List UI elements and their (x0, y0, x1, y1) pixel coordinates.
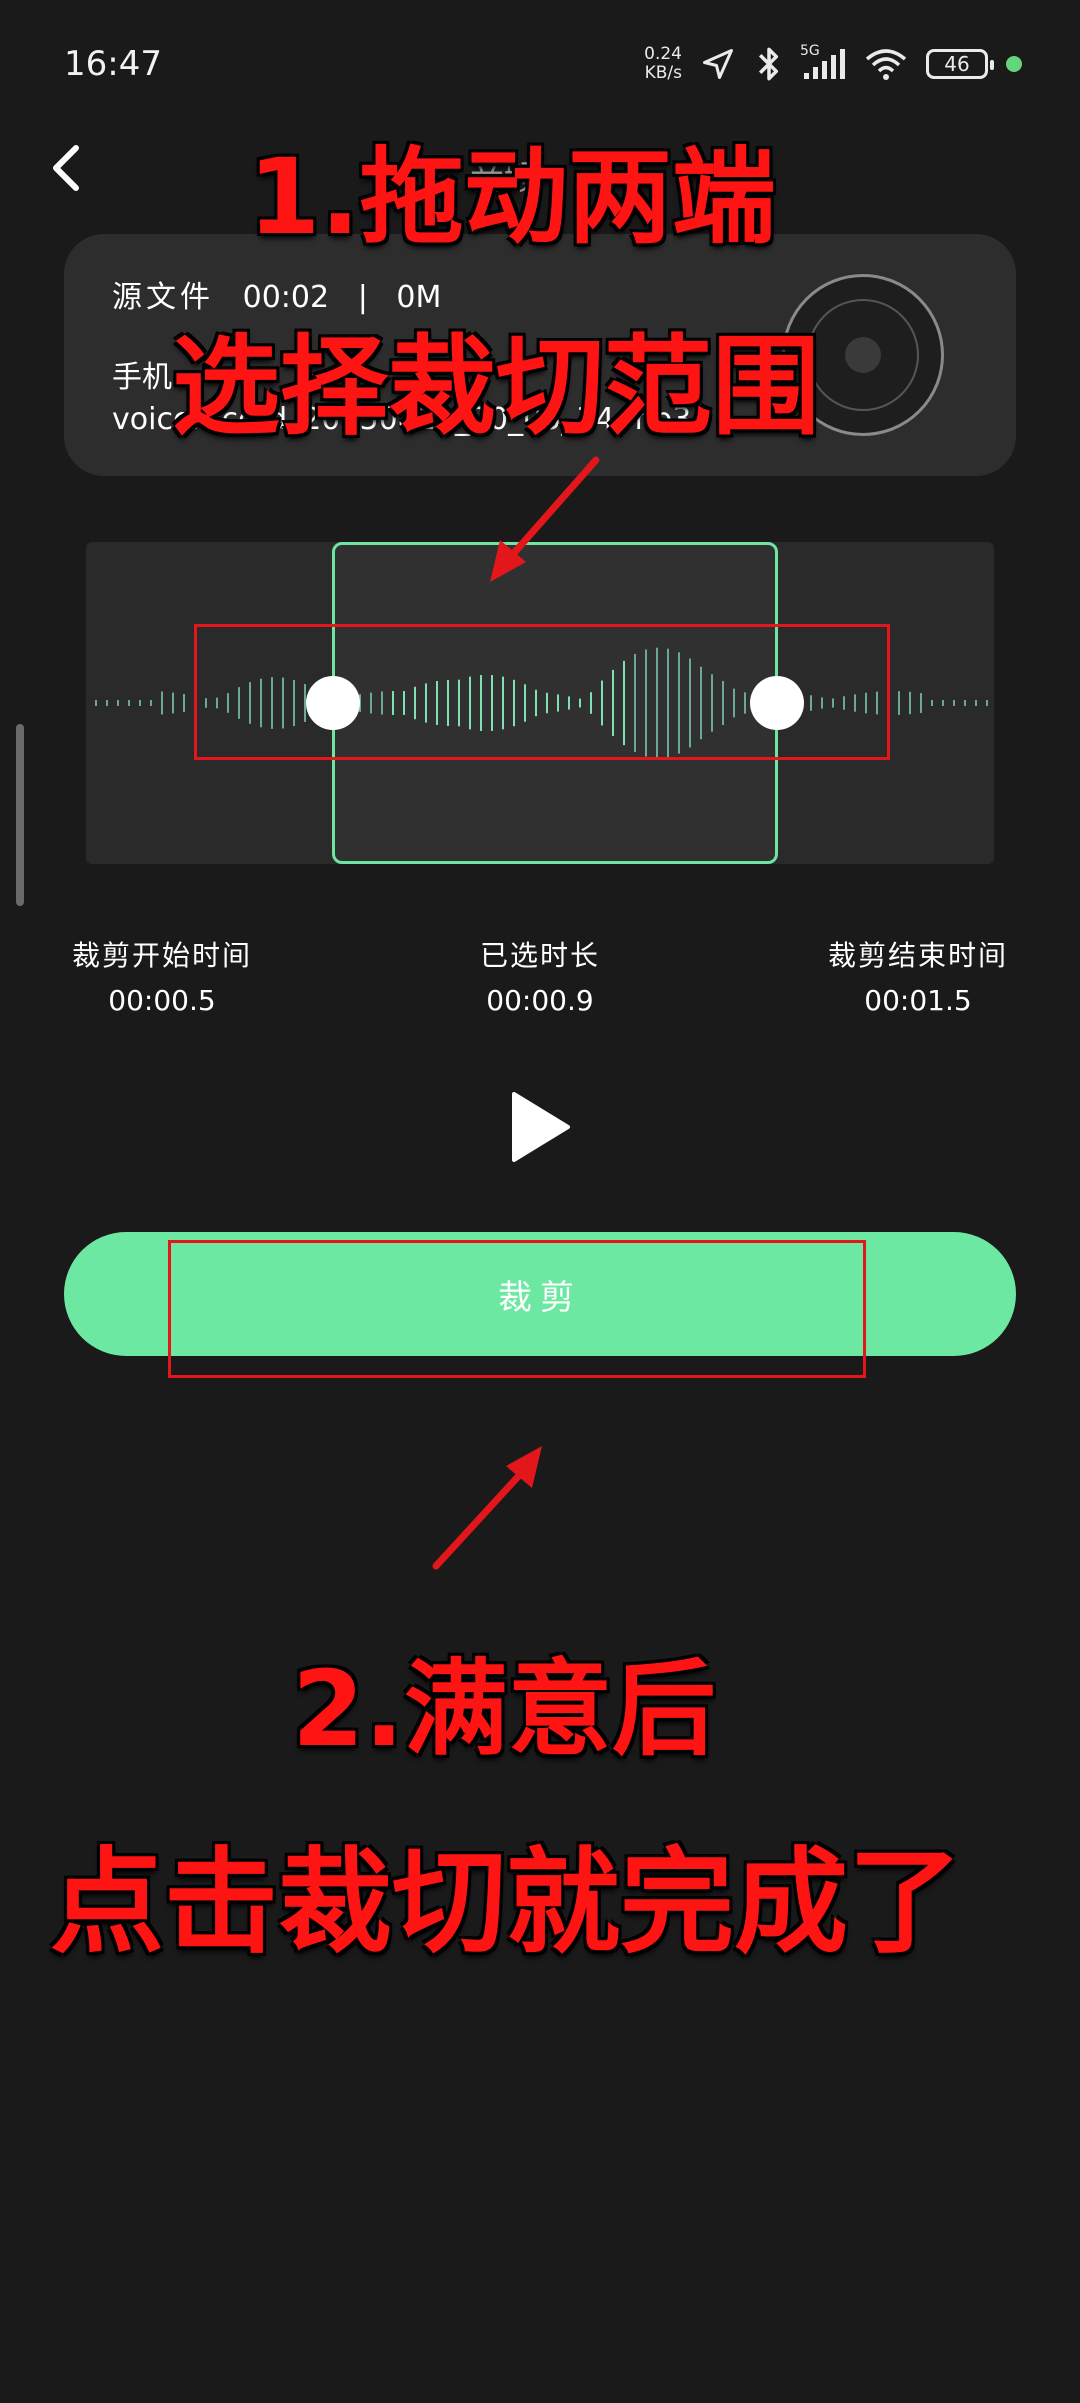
wifi-icon (864, 47, 908, 81)
end-time-label: 裁剪结束时间 (827, 939, 1008, 972)
annotation-button-box (168, 1240, 866, 1378)
annotation-waveform-box (194, 624, 890, 760)
network-type: 5G (800, 43, 820, 59)
location-arrow-icon (700, 46, 736, 82)
annotation-step2-line1: 2.满意后 (292, 1648, 716, 1770)
back-button[interactable] (42, 136, 90, 200)
scrollbar[interactable] (16, 724, 24, 906)
bluetooth-icon (754, 45, 784, 83)
chevron-left-icon (53, 145, 79, 191)
start-time-label: 裁剪开始时间 (71, 939, 252, 972)
play-icon (512, 1092, 570, 1162)
file-path: 手机 (112, 360, 172, 395)
selected-duration-value: 00:00.9 (486, 984, 594, 1017)
arrow-up-icon (432, 1446, 542, 1570)
net-speed: 0.24 KB/s (644, 44, 682, 83)
status-time: 16:47 (64, 44, 162, 84)
annotation-step1-line1: 1.拖动两端 (248, 136, 776, 258)
battery-icon: 46 (926, 49, 994, 79)
end-time-value: 00:01.5 (864, 984, 972, 1017)
annotation-step2-line2: 点击裁切就完成了 (50, 1836, 963, 1969)
status-dot (1006, 56, 1022, 72)
start-time-value: 00:00.5 (108, 984, 216, 1017)
play-button[interactable] (508, 1090, 572, 1164)
status-icons: 0.24 KB/s 5G 46 (644, 40, 1022, 88)
signal-icon: 5G (800, 43, 846, 81)
selected-duration-label: 已选时长 (479, 939, 600, 972)
annotation-step1-line2: 选择裁切范围 (172, 325, 821, 450)
